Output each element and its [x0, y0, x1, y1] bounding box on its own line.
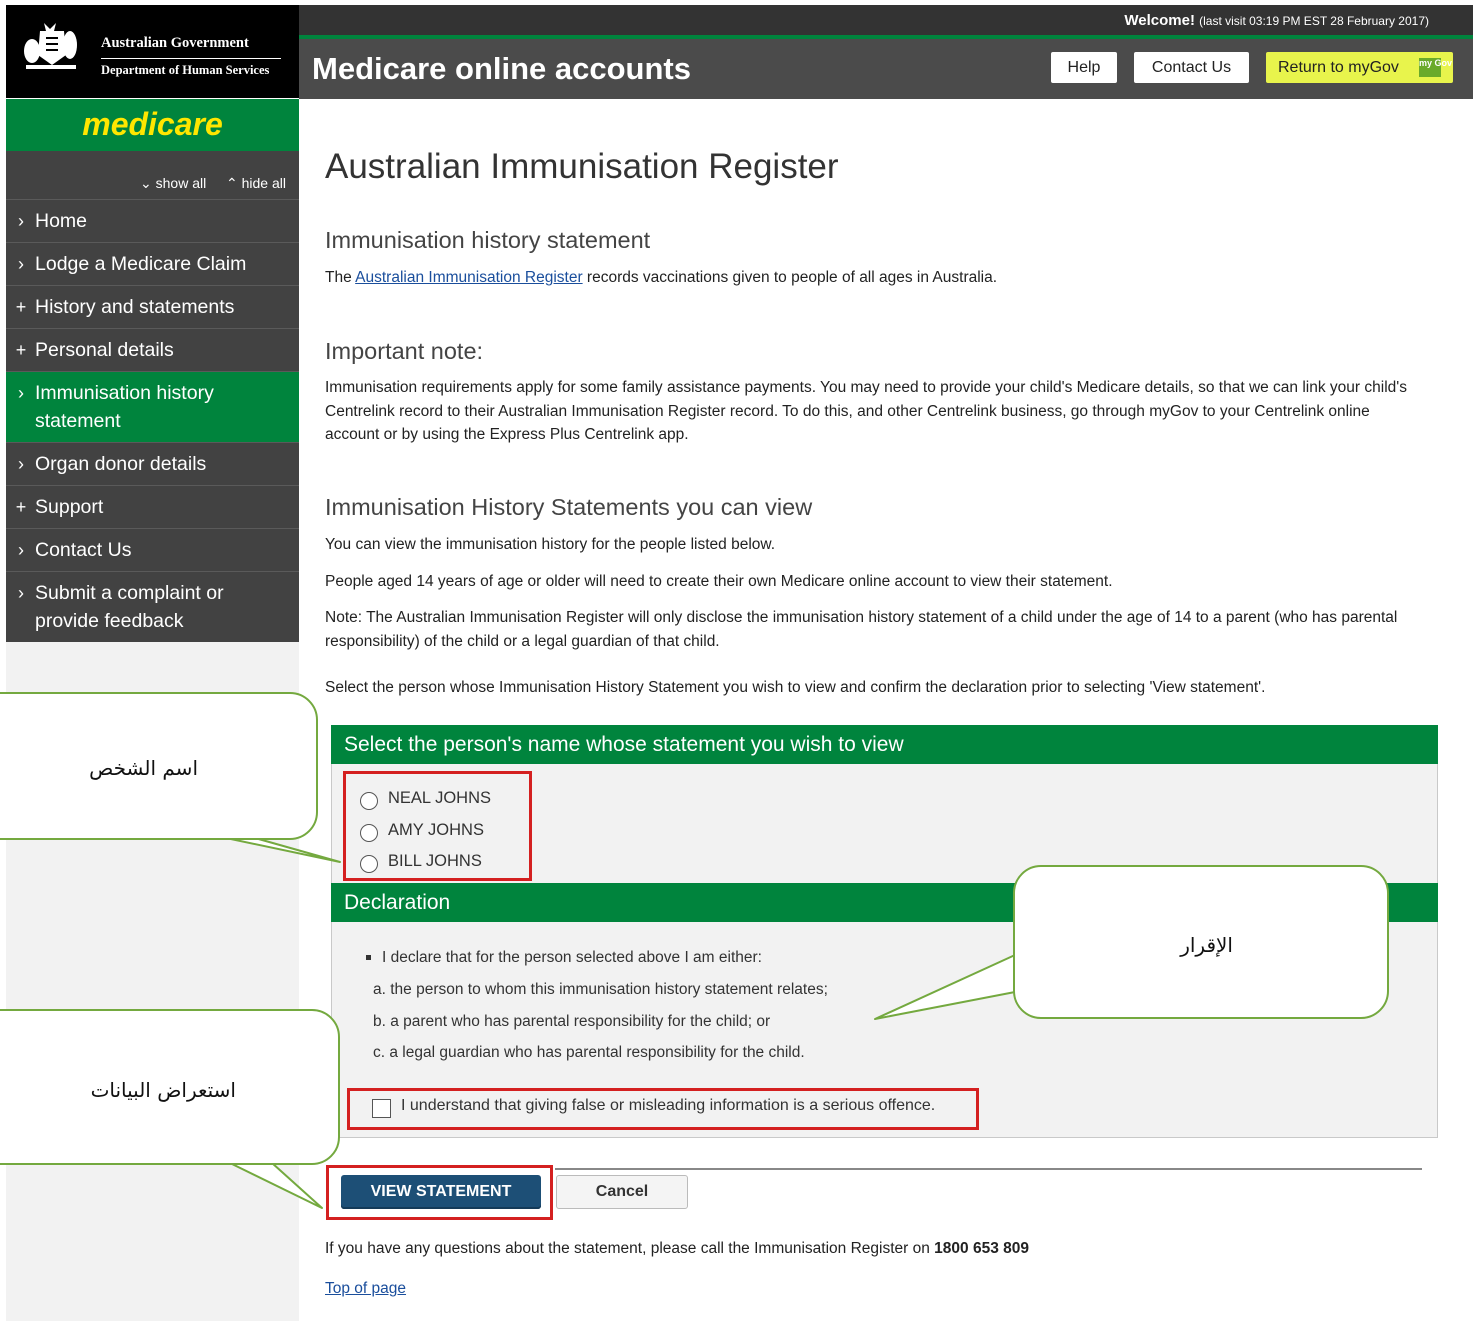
sidebar-item-label: Support [35, 496, 104, 518]
sidebar-item-label: Personal details [35, 339, 174, 361]
hide-all-label: hide all [241, 175, 286, 191]
sidebar-item-history[interactable]: + History and statements [6, 285, 299, 328]
show-hide-controls: ⌄ show all ⌃ hide all [6, 151, 299, 199]
app-title: Medicare online accounts [312, 51, 691, 86]
sidebar-item-contact-us[interactable]: › Contact Us [6, 528, 299, 571]
register-intro: The Australian Immunisation Register rec… [325, 266, 1425, 290]
radio-button[interactable] [360, 855, 378, 873]
return-to-mygov-button[interactable]: Return to myGov my Gov [1266, 52, 1453, 83]
welcome-message: Welcome! (last visit 03:19 PM EST 28 Feb… [1124, 12, 1429, 29]
phone-number: 1800 653 809 [934, 1240, 1029, 1257]
mygov-icon: my Gov [1419, 58, 1452, 77]
callout-text: اسم الشخص [89, 756, 198, 780]
view-instruction: Select the person whose Immunisation His… [325, 679, 1266, 696]
acknowledgement-checkbox[interactable] [372, 1099, 391, 1118]
top-bar: Welcome! (last visit 03:19 PM EST 28 Feb… [299, 5, 1473, 35]
chevron-down-icon: ⌄ [140, 175, 152, 191]
section-heading: Immunisation history statement [325, 227, 651, 253]
select-person-heading: Select the person's name whose statement… [331, 725, 1438, 764]
expand-plus-icon: + [15, 297, 27, 317]
declaration-item: c. a legal guardian who has parental res… [373, 1044, 805, 1061]
callout-text: استعراض البيانات [90, 1078, 236, 1102]
declaration-callout: الإقرار [1013, 865, 1389, 1019]
expand-plus-icon: + [15, 497, 27, 517]
declaration-item: b. a parent who has parental responsibil… [373, 1013, 771, 1030]
view-paragraph: You can view the immunisation history fo… [325, 536, 776, 553]
chevron-right-icon: › [18, 211, 24, 231]
sidebar-nav: ⌄ show all ⌃ hide all › Home › Lodge a M… [6, 151, 299, 642]
sidebar-item-label: Submit a complaint or provide feedback [35, 582, 224, 632]
dept-name: Department of Human Services [101, 63, 270, 77]
gov-logo[interactable]: Australian Government Department of Huma… [6, 5, 299, 98]
chevron-right-icon: › [18, 583, 24, 603]
intro-text-post: records vaccinations given to people of … [582, 269, 998, 286]
show-all-link[interactable]: ⌄ show all [140, 175, 206, 192]
sidebar-item-personal-details[interactable]: + Personal details [6, 328, 299, 371]
title-bar: Medicare online accounts Help Contact Us… [299, 39, 1473, 99]
radio-button[interactable] [360, 824, 378, 842]
site-header: Australian Government Department of Huma… [0, 0, 1477, 99]
view-heading: Immunisation History Statements you can … [325, 494, 813, 520]
cancel-button[interactable]: Cancel [556, 1175, 688, 1209]
intro-text-pre: The [325, 269, 356, 286]
register-link[interactable]: Australian Immunisation Register [355, 269, 582, 286]
sidebar-item-label: Lodge a Medicare Claim [35, 253, 247, 275]
welcome-label: Welcome! [1124, 12, 1195, 29]
coat-of-arms-icon [24, 23, 77, 69]
view-statement-button[interactable]: VIEW STATEMENT [341, 1175, 541, 1209]
radio-button[interactable] [360, 792, 378, 810]
return-to-mygov-label: Return to myGov [1278, 59, 1399, 76]
chevron-right-icon: › [18, 454, 24, 474]
person-name-callout: اسم الشخص [0, 692, 318, 840]
hide-all-link[interactable]: ⌃ hide all [226, 175, 286, 192]
bullet-icon [366, 955, 371, 961]
sidebar-item-label: History and statements [35, 296, 235, 318]
help-button[interactable]: Help [1051, 52, 1117, 83]
person-name: BILL JOHNS [388, 852, 482, 870]
acknowledgement-label: I understand that giving false or mislea… [401, 1097, 936, 1114]
brand-bar: medicare [6, 99, 299, 151]
important-note-heading: Important note: [325, 338, 484, 364]
callout-text: الإقرار [1180, 933, 1233, 957]
view-data-callout: استعراض البيانات [0, 1009, 340, 1165]
page-title: Australian Immunisation Register [325, 147, 839, 186]
person-name: NEAL JOHNS [388, 789, 491, 807]
sidebar-item-label: Home [35, 210, 88, 232]
sidebar-item-support[interactable]: + Support [6, 485, 299, 528]
sidebar-item-immunisation[interactable]: › Immunisation history statement [6, 371, 299, 442]
show-all-label: show all [155, 175, 207, 191]
important-note-text: Immunisation requirements apply for some… [325, 379, 1407, 443]
sidebar-item-label: Contact Us [35, 539, 132, 561]
medicare-brand: medicare [82, 106, 223, 142]
person-name: AMY JOHNS [388, 821, 484, 839]
last-visit: (last visit 03:19 PM EST 28 February 201… [1199, 14, 1429, 28]
chevron-up-icon: ⌃ [226, 175, 238, 191]
actions-divider [555, 1168, 1422, 1170]
logo-divider [101, 58, 281, 59]
sidebar-item-label: Organ donor details [35, 453, 207, 475]
top-of-page-link[interactable]: Top of page [325, 1280, 406, 1298]
contact-us-button[interactable]: Contact Us [1134, 52, 1249, 83]
sidebar-item-lodge-claim[interactable]: › Lodge a Medicare Claim [6, 242, 299, 285]
chevron-right-icon: › [18, 540, 24, 560]
questions-text: If you have any questions about the stat… [325, 1237, 1425, 1261]
chevron-right-icon: › [18, 254, 24, 274]
sidebar-item-organ-donor[interactable]: › Organ donor details [6, 442, 299, 485]
declaration-intro-text: I declare that for the person selected a… [382, 949, 762, 966]
sidebar-item-home[interactable]: › Home [6, 199, 299, 242]
view-note-paragraph: Note: The Australian Immunisation Regist… [325, 609, 1398, 650]
view-paragraph: People aged 14 years of age or older wil… [325, 573, 1113, 590]
chevron-right-icon: › [18, 383, 24, 403]
gov-name: Australian Government [101, 35, 249, 51]
declaration-intro: I declare that for the person selected a… [366, 949, 762, 967]
sidebar-item-complaint[interactable]: › Submit a complaint or provide feedback [6, 571, 299, 642]
expand-plus-icon: + [15, 340, 27, 360]
sidebar-item-label: Immunisation history statement [35, 382, 214, 432]
declaration-item: a. the person to whom this immunisation … [373, 981, 828, 998]
questions-text-pre: If you have any questions about the stat… [325, 1240, 935, 1257]
